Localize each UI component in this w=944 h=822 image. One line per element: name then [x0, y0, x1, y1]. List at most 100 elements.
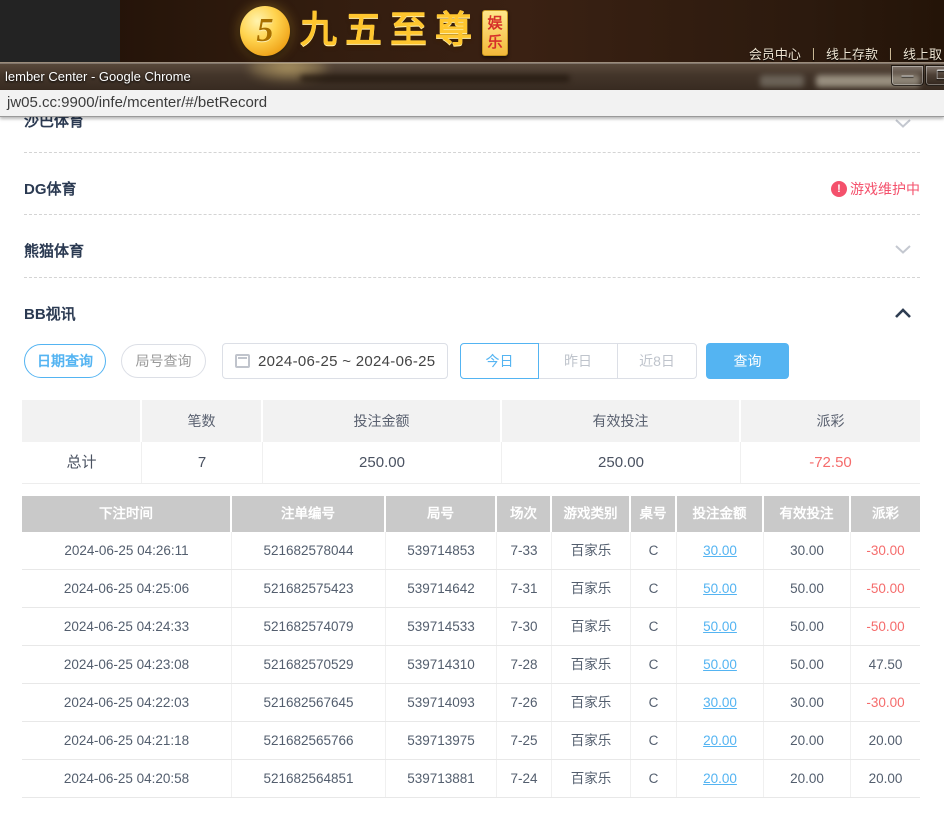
summary-table: 笔数 投注金额 有效投注 派彩 总计 7 250.00 250.00 -72.5… — [22, 400, 920, 484]
bet-col-header: 注单编号 — [232, 496, 386, 532]
bet-amount-link[interactable]: 30.00 — [677, 532, 764, 569]
bet-cell: 539713881 — [386, 760, 497, 797]
bet-cell: 2024-06-25 04:21:18 — [22, 722, 232, 759]
bet-table-row: 2024-06-25 04:26:11521682578044539714853… — [22, 532, 920, 570]
bet-cell: C — [631, 760, 677, 797]
summary-table-row: 总计 7 250.00 250.00 -72.50 — [22, 442, 920, 484]
bet-table-row: 2024-06-25 04:24:33521682574079539714533… — [22, 608, 920, 646]
bet-cell: 百家乐 — [552, 684, 631, 721]
bet-cell: 百家乐 — [552, 722, 631, 759]
bet-col-header: 桌号 — [631, 496, 677, 532]
date-range-input[interactable]: 2024-06-25 ~ 2024-06-25 — [222, 343, 448, 379]
bet-amount-link[interactable]: 30.00 — [677, 684, 764, 721]
brand-name: 九五至尊 — [300, 6, 480, 56]
chevron-down-icon[interactable] — [894, 118, 912, 129]
window-titlebar[interactable]: lember Center - Google Chrome — ❐ — [0, 62, 944, 90]
bet-cell: 百家乐 — [552, 608, 631, 645]
summary-valid-bet-value: 250.00 — [502, 442, 741, 483]
bet-cell: 539714533 — [386, 608, 497, 645]
section-divider — [24, 214, 920, 215]
bet-cell: 521682565766 — [232, 722, 386, 759]
brand-logo: 5 九五至尊 娱乐 — [240, 6, 508, 56]
bet-cell: 539714853 — [386, 532, 497, 569]
bet-table-body: 2024-06-25 04:26:11521682578044539714853… — [22, 532, 920, 798]
bet-cell: C — [631, 532, 677, 569]
bet-table-row: 2024-06-25 04:21:18521682565766539713975… — [22, 722, 920, 760]
minimize-button[interactable]: — — [891, 65, 924, 86]
bet-cell: 521682575423 — [232, 570, 386, 607]
quick-last8days-button[interactable]: 近8日 — [618, 343, 697, 379]
background-dark-panel — [0, 0, 120, 62]
bet-col-header: 有效投注 — [764, 496, 851, 532]
bet-amount-link[interactable]: 50.00 — [677, 608, 764, 645]
bet-amount-link[interactable]: 50.00 — [677, 646, 764, 683]
bet-cell: 521682567645 — [232, 684, 386, 721]
bet-col-header: 下注时间 — [22, 496, 232, 532]
bet-cell: 30.00 — [764, 684, 851, 721]
bet-table-row: 2024-06-25 04:20:58521682564851539713881… — [22, 760, 920, 798]
chevron-up-icon[interactable] — [894, 307, 912, 319]
bet-cell: 7-33 — [497, 532, 552, 569]
bet-cell: 47.50 — [851, 646, 920, 683]
swirl-decoration — [300, 75, 570, 82]
bet-amount-link[interactable]: 20.00 — [677, 760, 764, 797]
summary-bet-amount-value: 250.00 — [263, 442, 502, 483]
section-title-panda-sports[interactable]: 熊猫体育 — [24, 240, 84, 261]
bet-cell: 百家乐 — [552, 760, 631, 797]
date-range-value: 2024-06-25 ~ 2024-06-25 — [258, 353, 435, 370]
blurred-account-label — [760, 75, 804, 87]
tab-round-query[interactable]: 局号查询 — [121, 344, 206, 378]
section-title-bb-live[interactable]: BB视讯 — [24, 303, 76, 324]
bet-cell: 百家乐 — [552, 646, 631, 683]
summary-col-payout: 派彩 — [741, 400, 920, 442]
maximize-button[interactable]: ❐ — [925, 65, 944, 86]
bet-cell: 521682578044 — [232, 532, 386, 569]
bet-cell: 7-24 — [497, 760, 552, 797]
bet-cell: -50.00 — [851, 608, 920, 645]
section-divider — [24, 152, 920, 153]
bet-cell: -30.00 — [851, 684, 920, 721]
bet-cell: 50.00 — [764, 646, 851, 683]
bet-cell: -50.00 — [851, 570, 920, 607]
nav-separator: 丨 — [884, 47, 897, 62]
bet-cell: 2024-06-25 04:20:58 — [22, 760, 232, 797]
bet-amount-link[interactable]: 50.00 — [677, 570, 764, 607]
bet-cell: 539713975 — [386, 722, 497, 759]
nav-member-center[interactable]: 会员中心 — [749, 47, 801, 62]
bet-col-header: 局号 — [386, 496, 497, 532]
url-text[interactable]: jw05.cc:9900/infe/mcenter/#/betRecord — [7, 94, 267, 111]
quick-today-button[interactable]: 今日 — [460, 343, 539, 379]
bet-cell: 7-31 — [497, 570, 552, 607]
nav-separator: 丨 — [807, 47, 820, 62]
nav-deposit[interactable]: 线上存款 — [826, 47, 878, 62]
nav-withdraw[interactable]: 线上取 — [903, 47, 942, 62]
coin-5-icon: 5 — [240, 6, 290, 56]
bet-record-page: 沙巴体育 DG体育 ! 游戏维护中 熊猫体育 BB视讯 日期查询 局号查询 20… — [0, 117, 944, 822]
bet-table-row: 2024-06-25 04:25:06521682575423539714642… — [22, 570, 920, 608]
summary-payout-value: -72.50 — [741, 442, 920, 483]
tab-date-query[interactable]: 日期查询 — [24, 344, 106, 378]
section-title-shaba-sports[interactable]: 沙巴体育 — [24, 117, 84, 131]
top-nav-links: 会员中心丨线上存款丨线上取 — [749, 44, 942, 62]
section-title-dg-sports[interactable]: DG体育 — [24, 178, 77, 199]
bet-cell: 7-28 — [497, 646, 552, 683]
bet-amount-link[interactable]: 20.00 — [677, 722, 764, 759]
chevron-down-icon[interactable] — [894, 244, 912, 255]
bet-cell: 521682564851 — [232, 760, 386, 797]
bet-cell: 20.00 — [764, 722, 851, 759]
bet-cell: 7-25 — [497, 722, 552, 759]
bet-cell: 20.00 — [764, 760, 851, 797]
summary-col-bet-amount: 投注金额 — [263, 400, 502, 442]
bet-cell: 50.00 — [764, 570, 851, 607]
bet-cell: 521682570529 — [232, 646, 386, 683]
bet-table-row: 2024-06-25 04:22:03521682567645539714093… — [22, 684, 920, 722]
quick-yesterday-button[interactable]: 昨日 — [539, 343, 618, 379]
search-button[interactable]: 查询 — [706, 343, 789, 379]
bet-cell: 百家乐 — [552, 532, 631, 569]
bet-table: 下注时间注单编号局号场次游戏类别桌号投注金额有效投注派彩 2024-06-25 … — [22, 496, 920, 798]
browser-url-bar[interactable]: jw05.cc:9900/infe/mcenter/#/betRecord — [0, 90, 944, 117]
bet-cell: C — [631, 570, 677, 607]
window-controls: — ❐ — [890, 65, 944, 86]
summary-col-blank — [22, 400, 142, 442]
bet-col-header: 游戏类别 — [552, 496, 631, 532]
